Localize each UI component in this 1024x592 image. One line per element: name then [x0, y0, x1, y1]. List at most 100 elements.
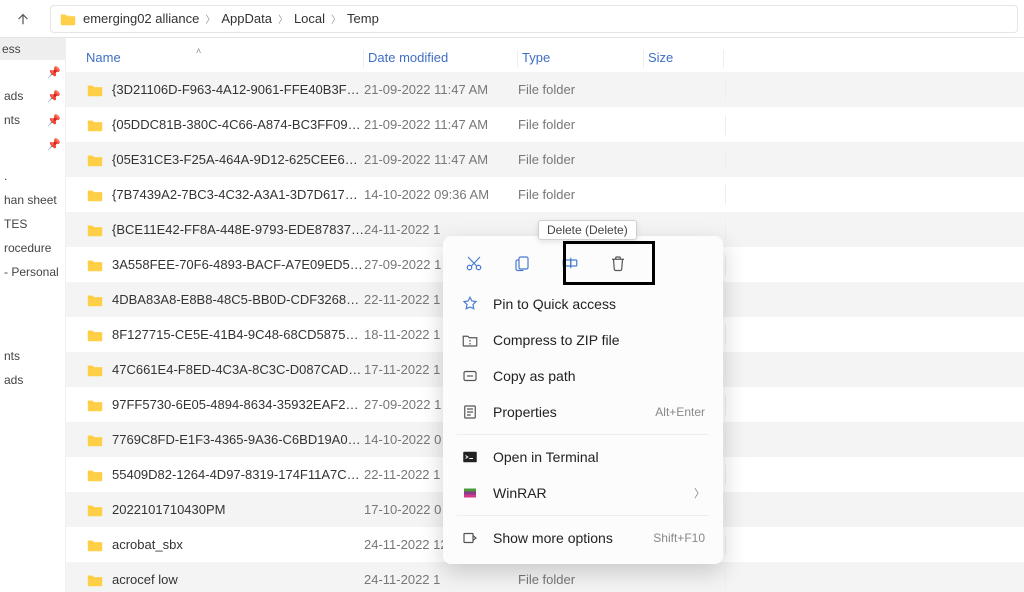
sidebar-item-label: nts [4, 113, 20, 127]
folder-icon [59, 10, 77, 28]
file-type: File folder [518, 187, 644, 202]
sort-indicator-icon: ˄ [196, 46, 201, 56]
file-name: {05DDC81B-380C-4C66-A874-BC3FF09EE... [112, 117, 364, 132]
breadcrumb-sep: 〉 [278, 11, 288, 26]
nav-up-button[interactable] [2, 0, 44, 37]
breadcrumb-item[interactable]: Temp [347, 11, 379, 26]
file-name: 3A558FEE-70F6-4893-BACF-A7E09ED587... [112, 257, 364, 272]
sidebar-item-label: rocedure [4, 241, 51, 255]
copypath-icon [461, 367, 479, 385]
ctx-show-more[interactable]: Show more options Shift+F10 [449, 520, 717, 556]
folder-icon [86, 256, 104, 274]
sidebar-item-label: - Personal [4, 265, 59, 279]
file-size [644, 185, 726, 205]
ctx-copy-as-path[interactable]: Copy as path [449, 358, 717, 394]
folder-icon [86, 326, 104, 344]
sidebar-item[interactable]: 📌 [0, 60, 65, 84]
copy-icon[interactable] [509, 250, 535, 276]
sidebar-item-label: nts [4, 349, 20, 363]
file-type: File folder [518, 152, 644, 167]
file-name: 97FF5730-6E05-4894-8634-35932EAF270F [112, 397, 364, 412]
file-name: {BCE11E42-FF8A-448E-9793-EDE878379... [112, 222, 364, 237]
file-type: File folder [518, 117, 644, 132]
breadcrumb-sep: 〉 [331, 11, 341, 26]
sidebar-item[interactable]: 📌 [0, 132, 65, 156]
sidebar-item[interactable]: rocedure [0, 236, 65, 260]
file-name: 8F127715-CE5E-41B4-9C48-68CD58752E... [112, 327, 364, 342]
pin-icon: 📌 [47, 66, 61, 79]
file-date: 24-11-2022 1 [364, 572, 518, 587]
file-name: {3D21106D-F963-4A12-9061-FFE40B3FE... [112, 82, 364, 97]
context-toolbar [449, 242, 717, 286]
folder-icon [86, 221, 104, 239]
sidebar-item-label: ads [4, 89, 23, 103]
cut-icon[interactable] [461, 250, 487, 276]
ctx-pin-quickaccess[interactable]: Pin to Quick access [449, 286, 717, 322]
file-size [644, 80, 726, 100]
ctx-properties[interactable]: Properties Alt+Enter [449, 394, 717, 430]
quick-access-sidebar: ess 📌 ads 📌 nts 📌 📌 . han sheet TES rocedu… [0, 38, 66, 592]
ctx-winrar[interactable]: WinRAR 〉 [449, 475, 717, 511]
address-bar: emerging02 alliance 〉 AppData 〉 Local 〉 … [0, 0, 1024, 38]
file-size [644, 570, 726, 590]
file-name: 55409D82-1264-4D97-8319-174F11A7CB... [112, 467, 364, 482]
breadcrumb-sep: 〉 [205, 11, 215, 26]
sidebar-item-label: TES [4, 217, 27, 231]
sidebar-item[interactable]: han sheet [0, 188, 65, 212]
zip-icon [461, 331, 479, 349]
file-size [644, 115, 726, 135]
file-row[interactable]: {05E31CE3-F25A-464A-9D12-625CEE6BF...21-… [66, 142, 1024, 177]
column-date[interactable]: Date modified [364, 50, 518, 68]
ctx-open-terminal[interactable]: Open in Terminal [449, 439, 717, 475]
ctx-separator [457, 434, 709, 435]
ctx-separator [457, 515, 709, 516]
folder-icon [86, 186, 104, 204]
sidebar-item-label: han sheet [4, 193, 57, 207]
pin-icon: 📌 [47, 90, 61, 103]
file-date: 21-09-2022 11:47 AM [364, 82, 518, 97]
breadcrumb-item[interactable]: Local [294, 11, 325, 26]
star-icon [461, 295, 479, 313]
column-size[interactable]: Size [644, 50, 724, 68]
ctx-item-shortcut: Shift+F10 [653, 531, 705, 545]
ctx-item-label: Show more options [493, 530, 639, 546]
file-row[interactable]: {7B7439A2-7BC3-4C32-A3A1-3D7D617D...14-1… [66, 177, 1024, 212]
file-name: 7769C8FD-E1F3-4365-9A36-C6BD19A08... [112, 432, 364, 447]
path-box[interactable]: emerging02 alliance 〉 AppData 〉 Local 〉 … [50, 5, 1018, 33]
ctx-item-label: Compress to ZIP file [493, 332, 705, 348]
sidebar-item[interactable]: nts 📌 [0, 108, 65, 132]
properties-icon [461, 403, 479, 421]
file-date: 14-10-2022 09:36 AM [364, 187, 518, 202]
sidebar-item[interactable]: ads [0, 368, 65, 392]
sidebar-item[interactable]: ads 📌 [0, 84, 65, 108]
sidebar-item[interactable]: TES [0, 212, 65, 236]
breadcrumb-item[interactable]: AppData [221, 11, 272, 26]
file-row[interactable]: {05DDC81B-380C-4C66-A874-BC3FF09EE...21-… [66, 107, 1024, 142]
sidebar-item-label: ads [4, 373, 23, 387]
file-name: {7B7439A2-7BC3-4C32-A3A1-3D7D617D... [112, 187, 364, 202]
column-headers: Name˄ Date modified Type Size [66, 38, 1024, 72]
folder-icon [86, 361, 104, 379]
file-date: 24-11-2022 1 [364, 222, 518, 237]
pin-icon: 📌 [47, 138, 61, 151]
quick-access-header[interactable]: ess [0, 38, 65, 60]
chevron-right-icon: 〉 [694, 485, 705, 501]
ctx-compress-zip[interactable]: Compress to ZIP file [449, 322, 717, 358]
context-menu: Pin to Quick access Compress to ZIP file… [443, 236, 723, 564]
pin-icon: 📌 [47, 114, 61, 127]
delete-tooltip: Delete (Delete) [538, 220, 637, 240]
column-type[interactable]: Type [518, 50, 644, 68]
sidebar-item[interactable]: . [0, 164, 65, 188]
column-name[interactable]: Name˄ [86, 50, 364, 68]
rename-icon[interactable] [557, 250, 583, 276]
sidebar-item[interactable]: nts [0, 344, 65, 368]
file-row[interactable]: acrocef low24-11-2022 1File folder [66, 562, 1024, 592]
breadcrumb-item[interactable]: emerging02 alliance [83, 11, 199, 26]
file-row[interactable]: {3D21106D-F963-4A12-9061-FFE40B3FE...21-… [66, 72, 1024, 107]
ctx-item-label: Copy as path [493, 368, 705, 384]
file-name: 4DBA83A8-E8B8-48C5-BB0D-CDF32684... [112, 292, 364, 307]
file-name: 47C661E4-F8ED-4C3A-8C3C-D087CAD6... [112, 362, 364, 377]
folder-icon [86, 501, 104, 519]
delete-icon[interactable] [605, 250, 631, 276]
sidebar-item[interactable]: - Personal [0, 260, 65, 284]
